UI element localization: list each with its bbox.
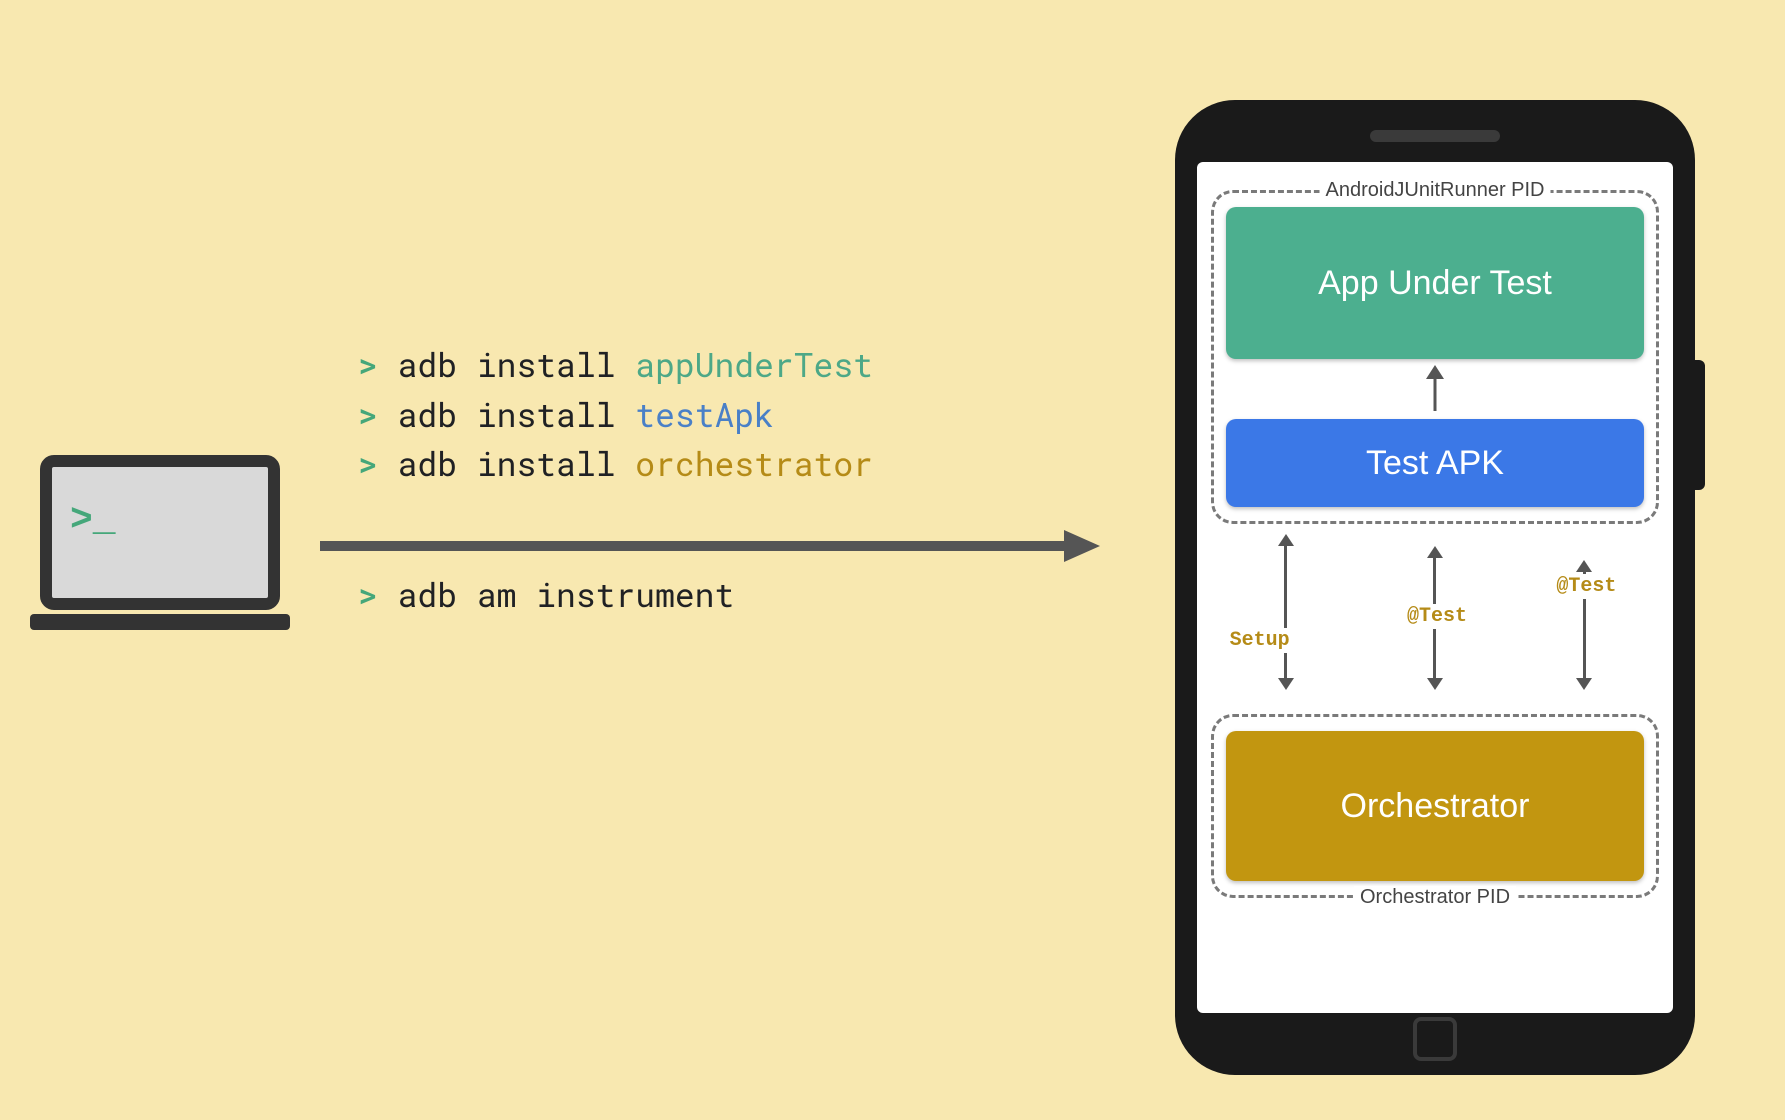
- arrow-setup: Setup: [1246, 534, 1326, 690]
- laptop-base: [30, 614, 290, 630]
- cmd-line-3: > adb install orchestrator: [358, 439, 873, 489]
- diagram-canvas: >_ > adb install appUnderTest > adb inst…: [0, 0, 1785, 1120]
- junit-runner-pid-box: AndroidJUnitRunner PID App Under Test Te…: [1211, 190, 1659, 524]
- cmd-line-4: > adb am instrument: [358, 572, 734, 616]
- phone-device: AndroidJUnitRunner PID App Under Test Te…: [1175, 100, 1695, 1075]
- flow-arrow: [320, 530, 1100, 560]
- terminal-commands-top: > adb install appUnderTest > adb install…: [358, 340, 873, 489]
- arrow-app-to-testapk: [1423, 363, 1447, 415]
- orchestrator-card: Orchestrator: [1226, 731, 1644, 881]
- test-arrows-group: Setup @Test @Test: [1211, 530, 1659, 690]
- orchestrator-pid-label: Orchestrator PID: [1354, 886, 1516, 909]
- phone-home-button: [1413, 1017, 1457, 1061]
- terminal-commands-bottom: > adb am instrument: [358, 572, 734, 616]
- test-apk-card: Test APK: [1226, 419, 1644, 507]
- arrow-test-1: @Test: [1395, 546, 1475, 690]
- orchestrator-pid-box: Orchestrator Orchestrator PID: [1211, 714, 1659, 898]
- laptop-screen: >_: [40, 455, 280, 610]
- phone-speaker: [1370, 130, 1500, 142]
- laptop-icon: >_: [30, 455, 290, 655]
- terminal-prompt: >_: [70, 499, 116, 542]
- arrow-test-2: @Test: [1544, 560, 1624, 690]
- cmd-line-1: > adb install appUnderTest: [358, 340, 873, 390]
- phone-screen: AndroidJUnitRunner PID App Under Test Te…: [1197, 162, 1673, 1013]
- junit-runner-pid-label: AndroidJUnitRunner PID: [1320, 179, 1551, 202]
- cmd-line-2: > adb install testApk: [358, 390, 873, 440]
- app-under-test-card: App Under Test: [1226, 207, 1644, 359]
